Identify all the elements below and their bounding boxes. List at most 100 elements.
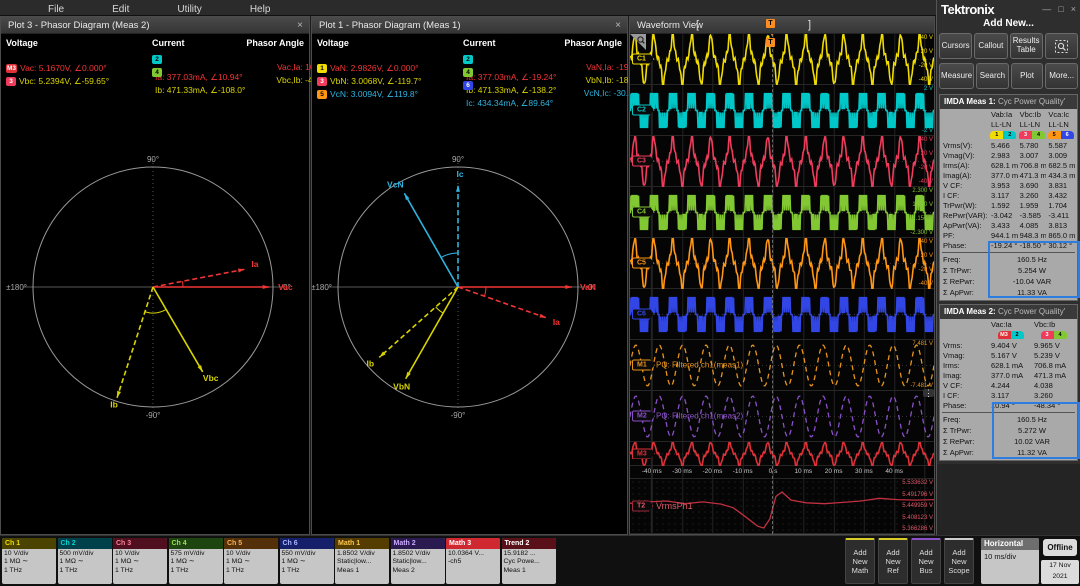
meas2-summary-label: Σ TrPwr:	[943, 426, 972, 435]
close-button[interactable]: ×	[1071, 4, 1076, 14]
meas2-column-header: Vac:Ia	[991, 320, 1012, 329]
channel-tag-c2[interactable]: C2	[632, 104, 654, 116]
acq-bracket-left[interactable]: [	[696, 17, 699, 34]
plot1-vector-label-ia: Ia	[553, 317, 560, 327]
plot3-vector-label-ib: Ib	[110, 400, 118, 410]
meas2-summary-label: Σ RePwr:	[943, 437, 975, 446]
waveform-slice-m2[interactable]: PQ: Filtered ch1(meas2) M2	[630, 391, 934, 442]
menu-help[interactable]: Help	[250, 4, 271, 15]
waveform-slice-c6[interactable]: C6	[630, 289, 934, 340]
zoom-corner-icon[interactable]	[630, 34, 646, 50]
settings-badge-ch-6[interactable]: Ch 6 550 mV/div 1 MΩ ∼ 1 THz	[279, 538, 334, 584]
measure-button[interactable]: Measure	[939, 63, 975, 89]
meas1-cell-value: 3.690	[1019, 181, 1039, 190]
channel-tag-t2[interactable]: T2	[632, 500, 654, 512]
channel-tag-c3[interactable]: C3	[632, 155, 654, 167]
offline-status-button[interactable]: Offline	[1043, 539, 1077, 556]
channel-tag-c6[interactable]: C6	[632, 308, 654, 320]
results-table-button[interactable]: Results Table	[1009, 33, 1043, 59]
meas1-cell-value: 30.12 °	[1048, 241, 1073, 250]
vertical-scale-labels-c4: 2.300 V 1.150 V -1.150 V -2.300 V	[910, 188, 933, 236]
waveform-slice-c3[interactable]: C3 40 V 20 V -20 V -40 V	[630, 136, 934, 187]
menu-bar: File Edit Utility Help	[0, 0, 936, 16]
imda-meas2-results-table[interactable]: IMDA Meas 2: Cyc Power Quality' Vac:Ia Vbc…	[939, 304, 1080, 461]
waveform-slice-m3[interactable]: M3	[630, 442, 934, 466]
trace-label-t2: VrmsPh1	[656, 501, 693, 511]
add-new-scope-button[interactable]: Add New Scope	[944, 538, 974, 584]
settings-badge-ch-4[interactable]: Ch 4 575 mV/div 1 MΩ ∼ 1 THz	[168, 538, 223, 584]
vertical-scale-labels-c5: 40 V 20 V -20 V -40 V	[918, 239, 933, 287]
plot3-header[interactable]: Plot 3 - Phasor Diagram (Meas 2) ×	[1, 17, 309, 34]
channel-tag-m1[interactable]: M1	[632, 359, 655, 371]
trigger-marker-top[interactable]: T	[766, 19, 775, 28]
waveform-view-header[interactable]: Waveform View [ ] T	[630, 17, 934, 34]
add-new-ref-button[interactable]: Add New Ref	[878, 538, 908, 584]
plot1-close-button[interactable]: ×	[615, 17, 621, 34]
waveform-slice-c4[interactable]: C4 2.300 V 1.150 V -1.150 V -2.300 V	[630, 187, 934, 238]
imda-meas1-results-table[interactable]: IMDA Meas 1: Cyc Power Quality' Vab:Ia Vbc…	[939, 94, 1080, 301]
svg-text:90°: 90°	[452, 155, 464, 164]
settings-badge-ch-2[interactable]: Ch 2 500 mV/div 1 MΩ ∼ 1 THz	[57, 538, 112, 584]
channel-tag-m2[interactable]: M2	[632, 410, 655, 422]
meas1-row-label: Imag(A):	[943, 171, 972, 180]
meas1-column-header: Vca:Ic	[1048, 110, 1070, 119]
restore-button[interactable]: □	[1058, 4, 1063, 14]
plot1-header[interactable]: Plot 1 - Phasor Diagram (Meas 1) ×	[312, 17, 627, 34]
meas2-cell-value: 9.404 V	[991, 341, 1017, 350]
add-new-bus-button[interactable]: Add New Bus	[911, 538, 941, 584]
add-new-label: Add New...	[983, 18, 1034, 29]
waveform-slice-m1[interactable]: PQ: Filtered ch1(meas1) M1 7.481 V -7.481 V	[630, 340, 934, 391]
menu-file[interactable]: File	[48, 4, 64, 15]
meas2-summary-label: Σ ApPwr:	[943, 448, 974, 457]
trigger-position-line[interactable]	[772, 34, 773, 534]
plot3-phasor-diagram[interactable]: 90° 0° ±180° -90° Vac Ia Vbc Ib	[1, 92, 309, 534]
meas2-summary-value: 11.32 VA	[1017, 448, 1047, 457]
settings-badge-math-1[interactable]: Math 1 1.8502 V/div Static|low... Meas 1	[335, 538, 389, 584]
settings-badge-math-3[interactable]: Math 3 10.0364 V... -ch5	[446, 538, 500, 584]
svg-text:±180°: ±180°	[312, 283, 332, 292]
more--button[interactable]: More...	[1045, 63, 1078, 89]
waveform-slice-c2[interactable]: C2 2 V -2 V	[630, 85, 934, 136]
minimize-button[interactable]: —	[1042, 4, 1051, 14]
draw-a-box-button[interactable]	[1044, 33, 1078, 59]
acq-bracket-right[interactable]: ]	[808, 17, 811, 34]
menu-edit[interactable]: Edit	[112, 4, 129, 15]
channel-tag-c1[interactable]: C1	[632, 53, 654, 65]
menu-utility[interactable]: Utility	[177, 4, 201, 15]
time-tick-label: 40 ms	[885, 468, 904, 475]
plot1-phasor-diagram[interactable]: 90° 0° ±180° -90° VaN Ia VbN Ib VcN Ic	[312, 92, 627, 534]
settings-badge-math-2[interactable]: Math 2 1.8502 V/div Static|low... Meas 2	[390, 538, 445, 584]
plot3-voltage-value: Vbc: 5.2394V, ∠-59.65°	[19, 76, 110, 86]
tektronix-logo: Tektronix	[941, 1, 995, 17]
meas1-source-badges: 34	[1018, 130, 1047, 141]
meas1-row-label: PF:	[943, 231, 955, 240]
plot3-close-button[interactable]: ×	[297, 17, 303, 34]
plot3-vector-label-vac: Vac	[278, 282, 293, 292]
settings-badge-trend-2[interactable]: Trend 2 15.9182 ... Cyc Powe... Meas 1	[501, 538, 556, 584]
meas1-cell-value: 3.953	[991, 181, 1010, 190]
search-button[interactable]: Search	[976, 63, 1009, 89]
waveform-scroll-handle[interactable]: ⋮	[923, 389, 934, 398]
channel-tag-c5[interactable]: C5	[632, 257, 654, 269]
settings-badge-ch-3[interactable]: Ch 3 10 V/div 1 MΩ ∼ 1 THz	[113, 538, 167, 584]
meas2-summary-label: Freq:	[943, 415, 961, 424]
meas1-cell-value: 944.1 m	[991, 231, 1018, 240]
channel-tag-c4[interactable]: C4	[632, 206, 654, 218]
add-new-math-button[interactable]: Add New Math	[845, 538, 875, 584]
waveform-slice-t2[interactable]: VrmsPh1 T2 5.533632 V 5.491796 V 5.449959 V5…	[630, 479, 934, 534]
waveform-graticule[interactable]: C1 40 V 20 V -20 V -40 V C2 2 V -2 V C3 40 V 20 V-…	[630, 34, 934, 534]
meas1-cell-value: 1.592	[991, 201, 1010, 210]
meas1-cell-value: -3.585	[1019, 211, 1041, 220]
waveform-slice-c1[interactable]: C1 40 V 20 V -20 V -40 V	[630, 34, 934, 85]
settings-badge-ch-1[interactable]: Ch 1 10 V/div 1 MΩ ∼ 1 THz	[2, 538, 56, 584]
trigger-marker-level[interactable]: T	[766, 38, 775, 47]
channel-tag-m3[interactable]: M3	[632, 448, 655, 459]
plot-button[interactable]: Plot	[1010, 63, 1044, 89]
time-tick-label: 30 ms	[855, 468, 873, 475]
waveform-slice-c5[interactable]: C5 40 V 20 V -20 V -40 V	[630, 238, 934, 289]
callout-button[interactable]: Callout	[974, 33, 1008, 59]
meas1-cell-value: 3.813	[1048, 221, 1068, 230]
horizontal-settings-badge[interactable]: Horizontal 10 ms/div	[981, 538, 1039, 584]
settings-badge-ch-5[interactable]: Ch 5 10 V/div 1 MΩ ∼ 1 THz	[224, 538, 278, 584]
cursors-button[interactable]: Cursors	[939, 33, 973, 59]
